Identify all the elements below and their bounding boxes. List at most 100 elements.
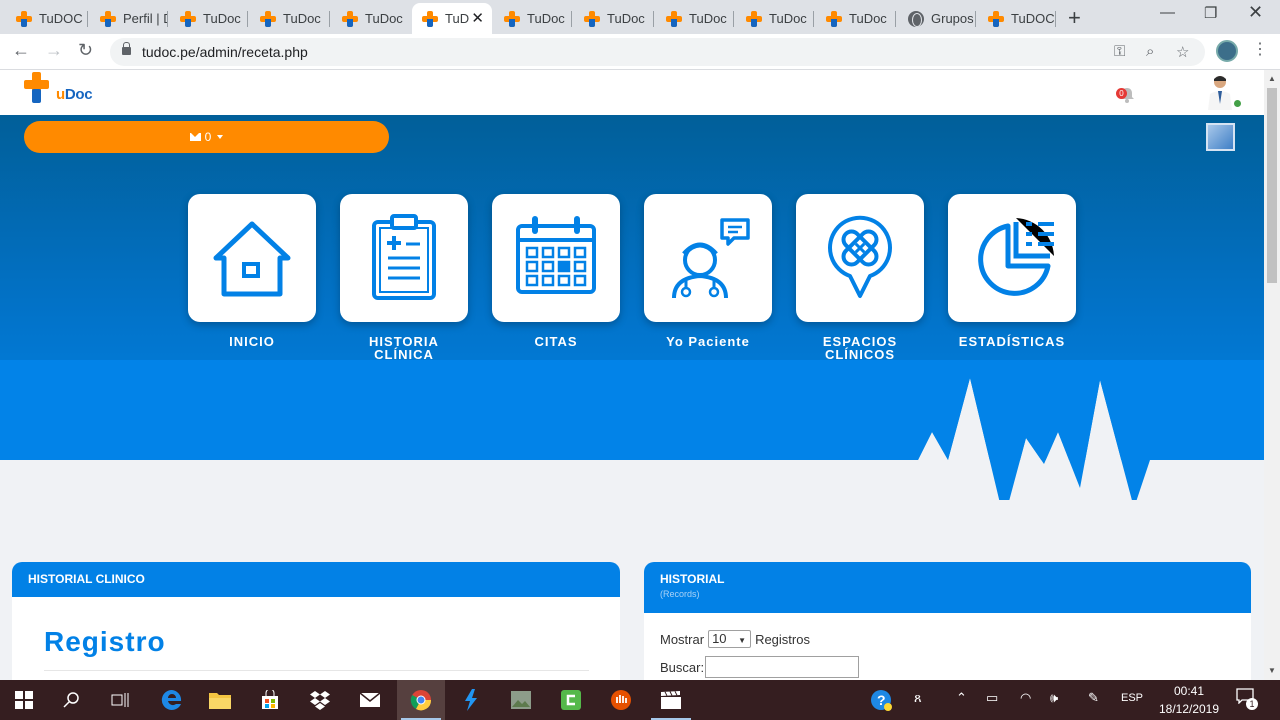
browser-tab[interactable]: TuDoc — [574, 3, 654, 34]
tudoc-favicon-icon — [16, 10, 32, 27]
back-button[interactable]: ← — [12, 40, 30, 61]
pie-chart-icon — [978, 218, 1054, 296]
people-icon[interactable]: ጸ — [914, 690, 922, 706]
menu-label[interactable]: ESTADÍSTICAS — [948, 335, 1076, 348]
clock-date[interactable]: 18/12/2019 — [1154, 702, 1224, 716]
start-button[interactable] — [0, 680, 48, 720]
zoom-icon[interactable]: ⌕ — [1146, 43, 1154, 60]
tab-title: TuDoc — [849, 11, 887, 26]
browser-tab[interactable]: Grupos — [898, 3, 976, 34]
user-avatar[interactable] — [1204, 74, 1236, 110]
menu-label[interactable]: Yo Paciente — [644, 335, 772, 348]
menu-card[interactable] — [492, 194, 620, 322]
menu-card[interactable] — [948, 194, 1076, 322]
browser-tab[interactable]: TuDOC — [978, 3, 1056, 34]
language-indicator[interactable]: ESP — [1118, 692, 1146, 704]
reload-button[interactable]: ↻ — [78, 40, 93, 61]
show-label: Mostrar — [660, 631, 705, 647]
close-tab-icon[interactable]: ✕ — [471, 9, 484, 27]
menu-card[interactable] — [188, 194, 316, 322]
tudoc-favicon-icon — [180, 10, 196, 27]
location-medical-icon — [828, 215, 892, 298]
volume-icon[interactable]: 🕪 — [1050, 690, 1058, 706]
key-icon[interactable]: ⚿ — [1114, 43, 1125, 60]
browser-tab[interactable]: TuDoc — [656, 3, 734, 34]
divider — [44, 670, 589, 671]
browser-tab[interactable]: TuDoc — [170, 3, 248, 34]
tudoc-favicon-icon — [342, 10, 358, 27]
browser-tab[interactable]: TuDoc — [332, 3, 410, 34]
dropbox-icon — [310, 691, 330, 710]
task-view-button[interactable] — [96, 680, 144, 720]
recording-app[interactable] — [597, 680, 645, 720]
wifi-icon[interactable]: ◠ — [1020, 690, 1031, 706]
menu-card[interactable] — [340, 194, 468, 322]
browser-tab[interactable]: TuD ✕ — [412, 3, 492, 34]
globe-icon — [908, 10, 924, 27]
close-window-button[interactable]: ✕ — [1248, 2, 1263, 23]
browser-tab[interactable]: TuDOC — [6, 3, 88, 34]
menu-label[interactable]: HISTORIA CLÍNICA — [340, 335, 468, 361]
chevron-up-icon[interactable]: ⌃ — [956, 690, 967, 706]
address-bar[interactable]: tudoc.pe/admin/receta.php ⚿ ⌕ ☆ — [110, 38, 1205, 66]
page-scrollbar[interactable]: ▲ ▼ — [1264, 70, 1280, 680]
mail-app[interactable] — [346, 680, 394, 720]
restore-button[interactable]: ❐ — [1204, 4, 1217, 22]
scroll-thumb[interactable] — [1267, 88, 1277, 283]
edge-icon — [161, 689, 182, 710]
store-app[interactable] — [246, 680, 294, 720]
browser-tab[interactable]: TuDoc — [736, 3, 814, 34]
profile-avatar[interactable] — [1216, 40, 1238, 62]
minimize-button[interactable]: — — [1160, 4, 1175, 21]
chrome-app[interactable] — [397, 680, 445, 720]
tab-title: TuDoc — [365, 11, 403, 26]
camtasia-app[interactable] — [547, 680, 595, 720]
dropbox-app[interactable] — [296, 680, 344, 720]
edge-app[interactable] — [148, 680, 196, 720]
calendar-icon — [516, 216, 596, 294]
scroll-down-arrow-icon[interactable]: ▼ — [1268, 666, 1276, 675]
battery-icon[interactable]: ▭ — [986, 690, 998, 706]
browser-menu-icon[interactable]: ⋮ — [1252, 39, 1268, 59]
tab-separator — [247, 11, 248, 27]
tab-separator — [895, 11, 896, 27]
forward-button[interactable]: → — [45, 40, 63, 61]
browser-tab[interactable]: TuDoc — [250, 3, 330, 34]
tudoc-logo[interactable]: uDoc — [24, 72, 94, 108]
messages-button[interactable]: 0 — [24, 121, 389, 153]
browser-tab[interactable]: TuDoc — [816, 3, 896, 34]
new-tab-button[interactable]: + — [1068, 5, 1081, 31]
search-input[interactable] — [705, 656, 860, 678]
menu-card[interactable] — [796, 194, 924, 322]
pen-icon[interactable]: ✎ — [1088, 690, 1099, 706]
clock-time[interactable]: 00:41 — [1154, 684, 1224, 698]
bolt-icon — [465, 689, 477, 711]
folder-icon — [209, 693, 231, 709]
action-center-button[interactable]: 1 — [1236, 688, 1258, 712]
task-view-icon — [111, 693, 129, 707]
browser-tab[interactable]: Perfil | D — [90, 3, 168, 34]
menu-card[interactable] — [644, 194, 772, 322]
panel-title: HISTORIAL CLINICO — [28, 572, 145, 586]
side-thumbnail[interactable] — [1206, 123, 1235, 151]
store-bag-icon — [262, 690, 278, 709]
heartbeat-decoration — [0, 360, 1264, 500]
records-label: Registros — [755, 631, 810, 647]
video-app[interactable] — [647, 680, 695, 720]
menu-label[interactable]: CITAS — [492, 335, 620, 348]
envelope-icon — [189, 133, 201, 141]
tudoc-favicon-icon — [746, 10, 762, 27]
menu-label[interactable]: ESPACIOS CLÍNICOS — [796, 335, 924, 361]
scroll-up-arrow-icon[interactable]: ▲ — [1268, 74, 1276, 83]
tudoc-favicon-icon — [988, 10, 1004, 27]
dev-tool-app[interactable] — [447, 680, 495, 720]
image-editor-icon — [511, 691, 531, 709]
bookmark-star-icon[interactable]: ☆ — [1176, 43, 1189, 61]
search-button[interactable] — [48, 680, 96, 720]
menu-label[interactable]: INICIO — [188, 335, 316, 348]
file-explorer-app[interactable] — [196, 680, 244, 720]
page-size-select[interactable]: 10 — [708, 630, 752, 649]
image-app[interactable] — [497, 680, 545, 720]
browser-tab[interactable]: TuDoc — [494, 3, 572, 34]
help-icon[interactable]: ? — [870, 689, 892, 711]
